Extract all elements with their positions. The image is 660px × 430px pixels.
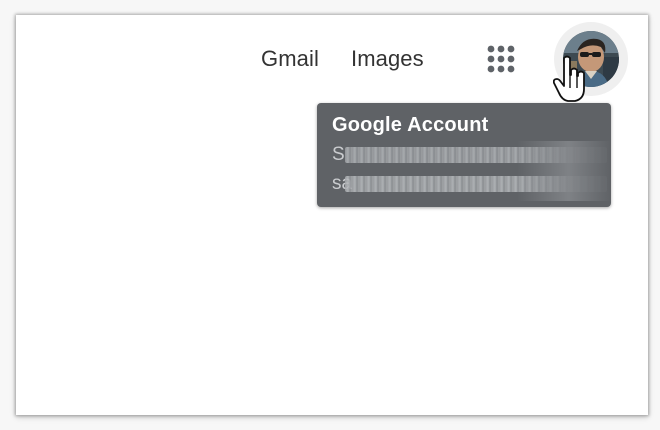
apps-grid-icon (487, 45, 515, 73)
gmail-link[interactable]: Gmail (261, 46, 319, 72)
user-avatar (563, 31, 619, 87)
page-frame: Gmail Images Google Account S sa (16, 15, 648, 415)
redaction-fade (517, 141, 611, 201)
account-avatar-button[interactable] (554, 22, 628, 96)
images-link[interactable]: Images (351, 46, 424, 72)
screenshot-stage: Gmail Images Google Account S sa (0, 0, 660, 430)
account-name-text: S (332, 144, 345, 165)
top-bar: Gmail Images (16, 15, 648, 105)
apps-button[interactable] (477, 38, 525, 86)
tooltip-title: Google Account (332, 114, 489, 136)
google-account-tooltip: Google Account S sa (317, 103, 611, 207)
